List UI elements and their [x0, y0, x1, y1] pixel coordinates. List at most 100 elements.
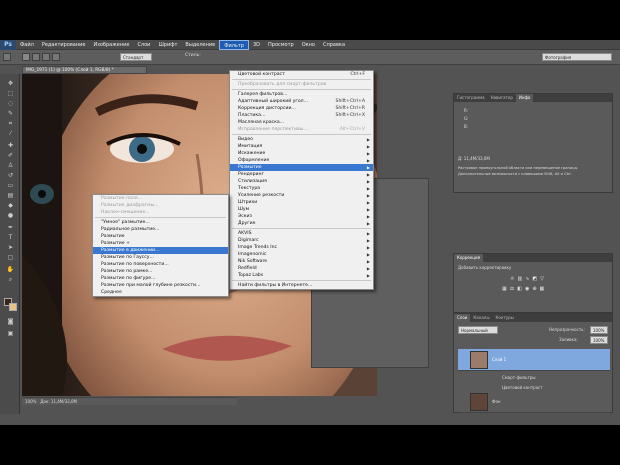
menu-item[interactable]: Имитация ▶ — [230, 143, 373, 150]
menu-6[interactable]: Фильтр — [219, 40, 249, 50]
fill-input[interactable]: 100% — [590, 336, 608, 344]
menu-item[interactable]: AKVIS ▶ — [230, 230, 373, 237]
hue-icon[interactable]: ▦ — [502, 286, 507, 292]
tab-top-tabs-0[interactable]: Гистограмма — [454, 94, 488, 102]
menu-item[interactable]: Digimarc ▶ — [230, 237, 373, 244]
menu-item[interactable]: Размытие по рамке... — [93, 268, 228, 275]
menu-item[interactable]: Цветовой контраст Ctrl+F — [230, 71, 373, 78]
tab-layers-tabs-1[interactable]: Каналы — [470, 314, 492, 322]
tab-top-tabs-2[interactable]: Инфо — [515, 94, 534, 102]
marquee-tool-preset-icon[interactable] — [3, 53, 11, 61]
curves-icon[interactable]: ∿ — [525, 276, 529, 282]
menu-item[interactable]: Видео ▶ — [230, 136, 373, 143]
new-selection-icon[interactable] — [22, 53, 30, 61]
style-select[interactable]: Стандарт — [120, 53, 152, 61]
path-select-tool-icon[interactable]: ➤ — [6, 244, 15, 251]
subtract-selection-icon[interactable] — [42, 53, 50, 61]
history-brush-tool-icon[interactable]: ↺ — [6, 172, 15, 179]
menu-item[interactable]: Размытие — [93, 233, 228, 240]
menu-10[interactable]: Справка — [319, 40, 349, 50]
menu-item[interactable]: "Умное" размытие... — [93, 219, 228, 226]
blend-mode-select[interactable]: Нормальный — [458, 326, 498, 334]
menu-item[interactable]: Imagenomic ▶ — [230, 251, 373, 258]
menu-item[interactable]: Размытие при малой глубине резкости... — [93, 282, 228, 289]
layer-row-background[interactable]: Фон — [458, 391, 610, 413]
marquee-tool-icon[interactable]: ⬚ — [6, 90, 15, 97]
tab-layers-tabs-2[interactable]: Контуры — [492, 314, 516, 322]
brush-tool-icon[interactable]: ✐ — [6, 152, 15, 159]
screen-mode-icon[interactable]: ▣ — [6, 330, 15, 337]
vibrance-icon[interactable]: ▽ — [540, 276, 544, 282]
menu-7[interactable]: 3D — [249, 40, 264, 50]
menu-item[interactable]: Искажение ▶ — [230, 150, 373, 157]
menu-2[interactable]: Изображение — [89, 40, 133, 50]
tab-corrections[interactable]: Коррекция — [454, 254, 483, 262]
document-tab[interactable]: IMG_1971 (1) @ 100% (Слой 1, RGB/8) * — [22, 66, 147, 74]
menu-item[interactable]: Размытие по Гауссу... — [93, 254, 228, 261]
quick-select-tool-icon[interactable]: ✎ — [6, 110, 15, 117]
menu-item[interactable]: Текстура ▶ — [230, 185, 373, 192]
clone-stamp-tool-icon[interactable]: ♙ — [6, 162, 15, 169]
shape-tool-icon[interactable]: ▢ — [6, 254, 15, 261]
lasso-tool-icon[interactable]: ◌ — [6, 100, 15, 107]
menu-item[interactable]: Коррекция дисторсии... Shift+Ctrl+R — [230, 105, 373, 112]
channel-mixer-icon[interactable]: ⊕ — [532, 286, 536, 292]
opacity-input[interactable]: 100% — [590, 326, 608, 334]
lookup-icon[interactable]: ▦ — [540, 286, 545, 292]
layer-row-selected[interactable]: Слой 1 — [458, 349, 610, 371]
menu-item[interactable]: Штрихи ▶ — [230, 199, 373, 206]
menu-item[interactable]: Адаптивный широкий угол... Shift+Ctrl+A — [230, 98, 373, 105]
menu-item[interactable]: Радиальное размытие... — [93, 226, 228, 233]
workspace-select[interactable]: Фотография — [542, 53, 612, 61]
hand-tool-icon[interactable]: ✋ — [6, 266, 15, 273]
zoom-level[interactable]: 100% — [25, 399, 36, 404]
add-selection-icon[interactable] — [32, 53, 40, 61]
smart-filter-item[interactable]: Цветовой контраст — [502, 385, 543, 390]
type-tool-icon[interactable]: T — [6, 234, 15, 241]
brightness-icon[interactable]: ☼ — [510, 276, 514, 282]
photo-filter-icon[interactable]: ◉ — [525, 286, 529, 292]
menu-item[interactable]: Масляная краска... — [230, 119, 373, 126]
menu-item[interactable]: Рендеринг ▶ — [230, 171, 373, 178]
menu-3[interactable]: Слои — [133, 40, 154, 50]
bw-icon[interactable]: ◧ — [517, 286, 522, 292]
menu-9[interactable]: Окно — [298, 40, 319, 50]
blur-tool-icon[interactable]: ◆ — [6, 202, 15, 209]
eyedropper-tool-icon[interactable]: ⁄ — [6, 130, 15, 137]
crop-tool-icon[interactable]: ⌗ — [6, 120, 15, 127]
zoom-tool-icon[interactable]: ⌕ — [6, 276, 15, 283]
quick-mask-icon[interactable]: ◙ — [6, 318, 15, 325]
menu-item[interactable]: Размытие по поверхности... — [93, 261, 228, 268]
menu-item[interactable]: Размытие + — [93, 240, 228, 247]
menu-item[interactable]: Стилизация ▶ — [230, 178, 373, 185]
menu-item[interactable]: Nik Software ▶ — [230, 258, 373, 265]
menu-4[interactable]: Шрифт — [154, 40, 181, 50]
balance-icon[interactable]: ⚖ — [510, 286, 514, 292]
menu-item[interactable]: Пластика... Shift+Ctrl+X — [230, 112, 373, 119]
exposure-icon[interactable]: ◩ — [532, 276, 537, 282]
menu-item[interactable]: Усиление резкости ▶ — [230, 192, 373, 199]
menu-item[interactable]: Среднее — [93, 289, 228, 296]
tab-top-tabs-1[interactable]: Навигатор — [488, 94, 516, 102]
levels-icon[interactable]: ▥ — [517, 276, 522, 282]
dodge-tool-icon[interactable]: ● — [6, 212, 15, 219]
healing-brush-tool-icon[interactable]: ✚ — [6, 142, 15, 149]
menu-item[interactable]: Эскиз ▶ — [230, 213, 373, 220]
menu-8[interactable]: Просмотр — [264, 40, 298, 50]
menu-item[interactable]: Размытие в движении... — [93, 247, 228, 254]
menu-item[interactable]: Найти фильтры в Интернете... — [230, 282, 373, 289]
menu-0[interactable]: Файл — [16, 40, 38, 50]
menu-item[interactable]: Размытие по фигуре... — [93, 275, 228, 282]
gradient-tool-icon[interactable]: ▤ — [6, 192, 15, 199]
eraser-tool-icon[interactable]: ▭ — [6, 182, 15, 189]
menu-1[interactable]: Редактирование — [38, 40, 90, 50]
menu-item[interactable]: Шум ▶ — [230, 206, 373, 213]
menu-item[interactable]: Другие ▶ — [230, 220, 373, 227]
menu-item[interactable]: Галерея фильтров... — [230, 91, 373, 98]
background-color-swatch[interactable] — [9, 303, 17, 311]
menu-item[interactable]: Размытие ▶ — [230, 164, 373, 171]
pen-tool-icon[interactable]: ✒ — [6, 224, 15, 231]
layer-name[interactable]: Слой 1 — [492, 357, 506, 362]
menu-item[interactable]: Topaz Labs ▶ — [230, 272, 373, 279]
intersect-selection-icon[interactable] — [52, 53, 60, 61]
